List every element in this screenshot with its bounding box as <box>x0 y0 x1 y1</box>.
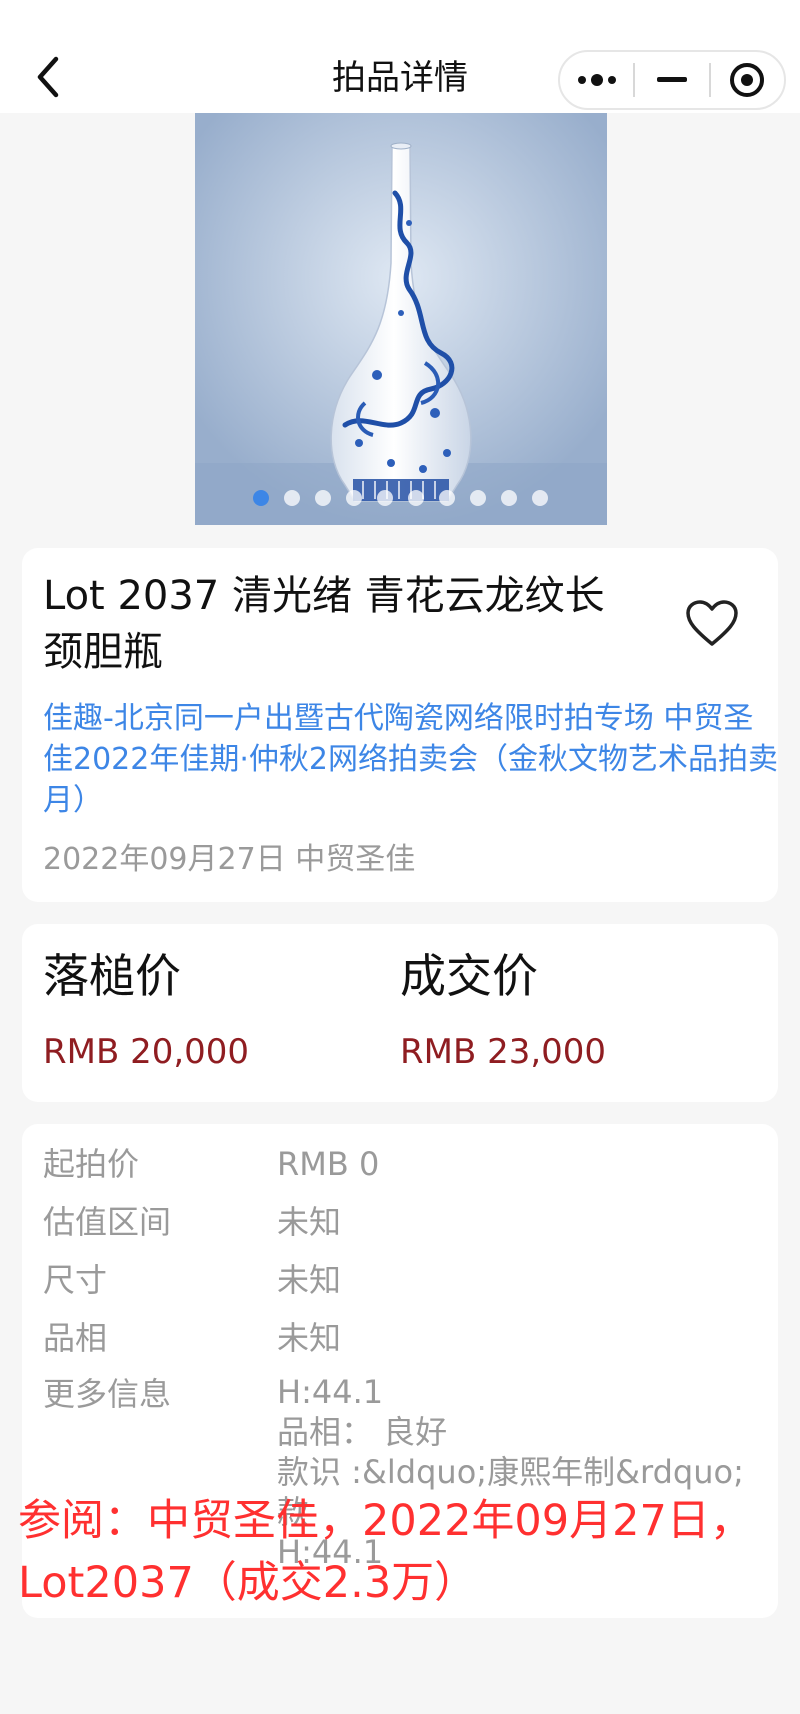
lot-image-carousel[interactable] <box>195 113 607 525</box>
more-info-line: H:44.1 <box>277 1533 384 1571</box>
favorite-button[interactable] <box>682 596 742 652</box>
carousel-dot[interactable] <box>500 490 517 506</box>
price-card: 落槌价 RMB 20,000 成交价 RMB 23,000 <box>22 924 778 1102</box>
detail-value: RMB 0 <box>277 1145 380 1183</box>
detail-label: 更多信息 <box>43 1375 172 1413</box>
more-button[interactable] <box>560 52 633 108</box>
more-dots-icon <box>577 74 616 86</box>
more-info-line: H:44.1 <box>277 1373 384 1411</box>
minimize-button[interactable] <box>635 52 708 108</box>
hammer-price-value: RMB 20,000 <box>43 1032 250 1072</box>
more-info-line: 款 <box>277 1493 310 1531</box>
carousel-dot[interactable] <box>438 490 455 506</box>
minimize-icon <box>656 77 687 82</box>
carousel-dot[interactable] <box>314 490 331 506</box>
more-info-text: H:44.1 品相： 良好 款识 :&ldquo;康熙年制&rdquo; 款 H… <box>277 1372 777 1572</box>
carousel-indicator <box>0 490 800 506</box>
detail-value: 未知 <box>277 1319 342 1357</box>
auction-session-link[interactable]: 佳趣-北京同一户出暨古代陶瓷网络限时拍专场 中贸圣佳2022年佳期·仲秋2网络拍… <box>43 698 783 821</box>
detail-label: 估值区间 <box>43 1203 172 1241</box>
hammer-price-label: 落槌价 <box>43 949 181 1003</box>
detail-label: 尺寸 <box>43 1261 108 1299</box>
detail-value: 未知 <box>277 1261 342 1299</box>
heart-outline-icon <box>686 600 738 646</box>
lot-info-card: Lot 2037 清光绪 青花云龙纹长颈胆瓶 佳趣-北京同一户出暨古代陶瓷网络限… <box>22 548 778 902</box>
dragon-vase-image <box>195 113 607 525</box>
sale-date-house: 2022年09月27日 中贸圣佳 <box>43 842 416 877</box>
deal-price-value: RMB 23,000 <box>400 1032 607 1072</box>
details-card: 起拍价 RMB 0 估值区间 未知 尺寸 未知 品相 未知 更多信息 H:44.… <box>22 1124 778 1618</box>
detail-label: 起拍价 <box>43 1145 140 1183</box>
deal-price-block: 成交价 RMB 23,000 <box>400 944 606 1076</box>
carousel-dot[interactable] <box>283 490 300 506</box>
lot-title: Lot 2037 清光绪 青花云龙纹长颈胆瓶 <box>43 573 605 675</box>
close-miniprogram-button[interactable] <box>711 52 784 108</box>
nav-bar: 拍品详情 <box>0 0 800 113</box>
carousel-dot[interactable] <box>345 490 362 506</box>
more-info-line: 品相： 良好 <box>277 1413 448 1451</box>
carousel-dot[interactable] <box>407 490 424 506</box>
record-target-icon <box>730 63 765 97</box>
deal-price-label: 成交价 <box>400 949 538 1003</box>
carousel-dot[interactable] <box>531 490 548 506</box>
carousel-dot[interactable] <box>376 490 393 506</box>
more-info-line: 款识 :&ldquo;康熙年制&rdquo; <box>277 1453 744 1491</box>
detail-value: 未知 <box>277 1203 342 1241</box>
miniprogram-capsule <box>558 50 786 110</box>
carousel-dot[interactable] <box>469 490 486 506</box>
detail-label: 品相 <box>43 1319 108 1357</box>
hammer-price-block: 落槌价 RMB 20,000 <box>43 944 249 1076</box>
carousel-dot[interactable] <box>252 490 269 506</box>
